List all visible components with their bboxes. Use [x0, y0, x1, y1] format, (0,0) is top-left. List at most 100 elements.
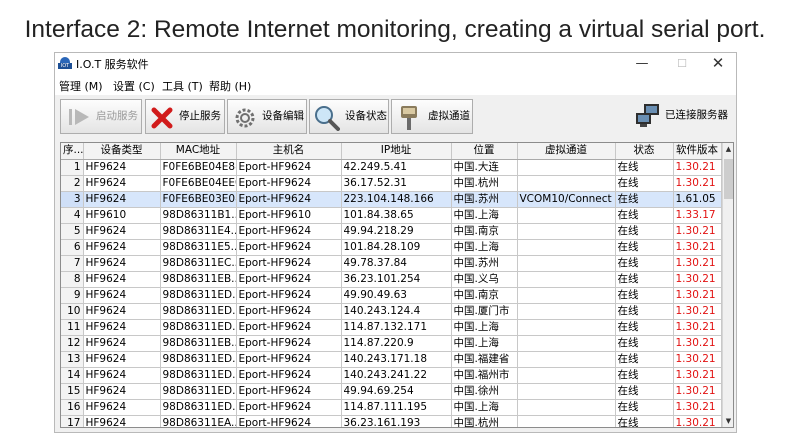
software-version-cell: 1.30.21 [673, 367, 722, 384]
location-cell: 中国.杭州 [451, 175, 518, 192]
table-row[interactable]: 5 HF9624 98D86311E4... Eport-HF9624 49.94.21… [61, 223, 722, 240]
host-name-cell: Eport-HF9624 [236, 239, 342, 256]
row-number-cell: 14 [61, 367, 84, 384]
host-name-cell: Eport-HF9624 [236, 287, 342, 304]
row-number-cell: 13 [61, 351, 84, 368]
table-row[interactable]: 4 HF9610 98D86311B1... Eport-HF9610 101.84.3… [61, 207, 722, 224]
mac-address-cell: 98D86311EA... [160, 415, 237, 427]
table-header: 序... 设备类型 MAC地址 主机名 IP地址 位置 虚拟通道 状态 软件版本 [61, 143, 722, 160]
scroll-up-icon[interactable]: ▲ [723, 143, 733, 155]
device-status-button[interactable]: 设备状态 [309, 99, 389, 134]
mac-address-cell: 98D86311E4... [160, 223, 237, 240]
mac-address-cell: 98D86311EB... [160, 335, 237, 352]
table-row[interactable]: 10 HF9624 98D86311ED... Eport-HF9624 140.243… [61, 303, 722, 320]
status-cell: 在线 [615, 159, 674, 176]
row-number-cell: 12 [61, 335, 84, 352]
table-row[interactable]: 2 HF9624 F0FE6BE04EE0 Eport-HF9624 36.17.52.… [61, 175, 722, 192]
column-header[interactable]: 设备类型 [83, 143, 161, 160]
table-row[interactable]: 9 HF9624 98D86311ED... Eport-HF9624 49.90.49… [61, 287, 722, 304]
location-cell: 中国.南京 [451, 223, 518, 240]
column-header[interactable]: MAC地址 [160, 143, 237, 160]
host-name-cell: Eport-HF9624 [236, 223, 342, 240]
virtual-channel-cell [517, 335, 616, 352]
ip-address-cell: 49.94.69.254 [341, 383, 452, 400]
row-number-cell: 5 [61, 223, 84, 240]
device-type-cell: HF9624 [83, 415, 161, 427]
table-row[interactable]: 11 HF9624 98D86311ED... Eport-HF9624 114.87.… [61, 319, 722, 336]
column-header[interactable]: 主机名 [236, 143, 342, 160]
mac-address-cell: 98D86311EC... [160, 255, 237, 272]
table-row[interactable]: 7 HF9624 98D86311EC... Eport-HF9624 49.78.37… [61, 255, 722, 272]
table-row[interactable]: 1 HF9624 F0FE6BE04E88 Eport-HF9624 42.249.5.… [61, 159, 722, 176]
column-header[interactable]: 虚拟通道 [517, 143, 616, 160]
software-version-cell: 1.30.21 [673, 383, 722, 400]
virtual-channel-cell [517, 303, 616, 320]
device-type-cell: HF9624 [83, 319, 161, 336]
host-name-cell: Eport-HF9624 [236, 367, 342, 384]
column-header[interactable]: 位置 [451, 143, 518, 160]
start-service-button[interactable]: 启动服务 [60, 99, 142, 134]
software-version-cell: 1.30.21 [673, 415, 722, 427]
stop-service-button[interactable]: 停止服务 [145, 99, 225, 134]
scroll-thumb[interactable] [724, 159, 733, 199]
server-connection-status[interactable]: 已连接服务器 [633, 99, 733, 134]
virtual-channel-button[interactable]: 虚拟通道 [391, 99, 473, 134]
device-table: 序... 设备类型 MAC地址 主机名 IP地址 位置 虚拟通道 状态 软件版本… [60, 142, 734, 428]
row-number-cell: 4 [61, 207, 84, 224]
device-type-cell: HF9624 [83, 191, 161, 208]
menu-manage[interactable]: 管理 (M) [59, 78, 103, 94]
row-number-cell: 1 [61, 159, 84, 176]
location-cell: 中国.福建省 [451, 351, 518, 368]
status-cell: 在线 [615, 303, 674, 320]
row-number-cell: 16 [61, 399, 84, 416]
menu-help[interactable]: 帮助 (H) [209, 78, 251, 94]
device-edit-button[interactable]: 设备编辑 [227, 99, 307, 134]
table-row[interactable]: 15 HF9624 98D86311ED... Eport-HF9624 49.94.6… [61, 383, 722, 400]
ip-address-cell: 223.104.148.166 [341, 191, 452, 208]
menu-settings[interactable]: 设置 (C) [113, 78, 155, 94]
location-cell: 中国.上海 [451, 239, 518, 256]
device-type-cell: HF9624 [83, 175, 161, 192]
device-type-cell: HF9624 [83, 367, 161, 384]
column-header[interactable]: 序... [61, 143, 84, 160]
table-row[interactable]: 14 HF9624 98D86311ED... Eport-HF9624 140.243… [61, 367, 722, 384]
ip-address-cell: 36.23.161.193 [341, 415, 452, 427]
vertical-scrollbar[interactable]: ▲ ▼ [722, 143, 733, 427]
table-row[interactable]: 8 HF9624 98D86311EB... Eport-HF9624 36.23.10… [61, 271, 722, 288]
table-row[interactable]: 16 HF9624 98D86311ED... Eport-HF9624 114.87.… [61, 399, 722, 416]
minimize-button[interactable]: — [622, 53, 662, 75]
location-cell: 中国.上海 [451, 399, 518, 416]
status-cell: 在线 [615, 399, 674, 416]
table-row[interactable]: 3 HF9624 F0FE6BE03E08 Eport-HF9624 223.104.1… [61, 191, 722, 208]
software-version-cell: 1.30.21 [673, 175, 722, 192]
host-name-cell: Eport-HF9624 [236, 303, 342, 320]
row-number-cell: 3 [61, 191, 84, 208]
device-type-cell: HF9624 [83, 383, 161, 400]
app-window: IOT I.O.T 服务软件 — ☐ ✕ 管理 (M) 设置 (C) 工具 (T… [54, 52, 737, 433]
virtual-channel-cell [517, 367, 616, 384]
table-row[interactable]: 12 HF9624 98D86311EB... Eport-HF9624 114.87.… [61, 335, 722, 352]
close-button[interactable]: ✕ [698, 53, 736, 75]
table-row[interactable]: 17 HF9624 98D86311EA... Eport-HF9624 36.23.1… [61, 415, 722, 427]
ip-address-cell: 114.87.220.9 [341, 335, 452, 352]
column-header[interactable]: IP地址 [341, 143, 452, 160]
virtual-channel-cell [517, 175, 616, 192]
column-header[interactable]: 软件版本 [673, 143, 722, 160]
row-number-cell: 6 [61, 239, 84, 256]
device-type-cell: HF9624 [83, 303, 161, 320]
row-number-cell: 2 [61, 175, 84, 192]
ip-address-cell: 140.243.124.4 [341, 303, 452, 320]
scroll-down-icon[interactable]: ▼ [723, 415, 733, 427]
software-version-cell: 1.30.21 [673, 287, 722, 304]
table-row[interactable]: 6 HF9624 98D86311E5... Eport-HF9624 101.84.2… [61, 239, 722, 256]
ip-address-cell: 49.78.37.84 [341, 255, 452, 272]
maximize-button[interactable]: ☐ [662, 53, 702, 75]
stop-x-icon [151, 107, 173, 129]
table-row[interactable]: 13 HF9624 98D86311ED... Eport-HF9624 140.243… [61, 351, 722, 368]
software-version-cell: 1.30.21 [673, 399, 722, 416]
row-number-cell: 15 [61, 383, 84, 400]
ip-address-cell: 140.243.241.22 [341, 367, 452, 384]
column-header[interactable]: 状态 [615, 143, 674, 160]
virtual-channel-cell [517, 351, 616, 368]
menu-tools[interactable]: 工具 (T) [162, 78, 203, 94]
